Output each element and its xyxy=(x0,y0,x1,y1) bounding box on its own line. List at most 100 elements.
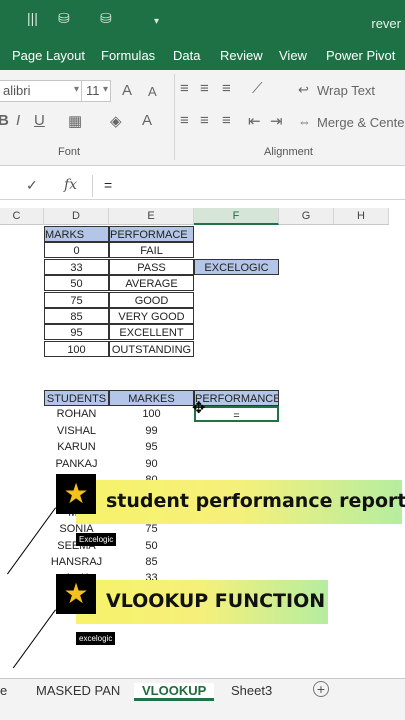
merge-center-icon[interactable]: ⇔ xyxy=(298,114,311,129)
align-center-icon[interactable]: ≡ xyxy=(200,112,209,129)
increase-indent-icon[interactable]: ⇥ xyxy=(270,112,283,130)
column-header-f[interactable]: F xyxy=(194,208,279,225)
table2-marks-cell[interactable]: 100 xyxy=(109,406,194,422)
table1-performance-cell[interactable]: OUTSTANDING xyxy=(109,340,194,357)
shrink-font-button[interactable]: A xyxy=(148,84,157,99)
sheet-tab-partial[interactable]: e xyxy=(0,683,7,698)
table2-student-cell[interactable]: VISHAL xyxy=(44,423,109,439)
ribbon: alibri ▾ 11 ▾ A A B I U ▦ ◈ A Font ≡ ≡ ≡… xyxy=(0,70,405,166)
enter-check-icon[interactable]: ✓ xyxy=(26,177,38,194)
tab-view[interactable]: View xyxy=(279,48,307,63)
table2-marks-cell[interactable]: 50 xyxy=(109,538,194,554)
table1-marks-cell[interactable]: 100 xyxy=(44,340,109,357)
insert-function-button[interactable]: fx xyxy=(64,177,77,193)
font-size-value: 11 xyxy=(86,83,100,98)
excelogic-tag: Excelogic xyxy=(76,533,117,546)
align-bottom-icon[interactable]: ≡ xyxy=(222,80,231,97)
group-label-font: Font xyxy=(58,146,81,158)
touch-mode-icon[interactable]: ⛁ xyxy=(100,10,112,27)
table2-header-performance[interactable]: PERFORMANCE xyxy=(194,390,279,406)
add-sheet-button[interactable]: + xyxy=(313,681,329,697)
table1-marks-cell[interactable]: 85 xyxy=(44,308,109,324)
table1-header-marks[interactable]: MARKS xyxy=(44,226,109,242)
banner-text: student performance report xyxy=(106,490,405,512)
excelogic-cell[interactable]: EXCELOGIC xyxy=(194,258,279,275)
table2-marks-cell[interactable]: 90 xyxy=(109,456,194,472)
borders-icon[interactable]: ▦ xyxy=(68,112,82,130)
decrease-indent-icon[interactable]: ⇤ xyxy=(248,112,261,130)
table1-marks-cell[interactable]: 75 xyxy=(44,291,109,308)
table2-student-cell[interactable]: KARUN xyxy=(44,439,109,455)
ribbon-tabs: Page Layout Formulas Data Review View Po… xyxy=(0,42,405,70)
table1-header-performance[interactable]: PERFORMACE xyxy=(109,226,194,242)
table2-header-students[interactable]: STUDENTS xyxy=(44,390,109,406)
tab-power-pivot[interactable]: Power Pivot xyxy=(326,48,395,63)
sheet-tab-sheet3[interactable]: Sheet3 xyxy=(231,683,272,698)
table1-performance-cell[interactable]: VERY GOOD xyxy=(109,308,194,324)
fill-color-icon[interactable]: ◈ xyxy=(110,112,122,130)
italic-button[interactable]: I xyxy=(16,112,20,129)
column-header-d[interactable]: D xyxy=(44,208,109,225)
table2-student-cell[interactable]: ROHAN xyxy=(44,406,109,422)
title-banner-student-performance: ★ student performance report xyxy=(56,474,405,524)
active-cell[interactable]: = xyxy=(194,406,279,423)
table1-marks-cell[interactable]: 95 xyxy=(44,324,109,341)
formula-bar: ✓ fx = xyxy=(0,172,405,200)
grow-font-button[interactable]: A xyxy=(122,82,132,99)
table1-marks-cell[interactable]: 33 xyxy=(44,258,109,275)
excelogic-tag: excelogic xyxy=(76,632,116,645)
column-header-c[interactable]: C xyxy=(0,208,44,225)
underline-button[interactable]: U xyxy=(34,112,45,129)
table1-performance-cell[interactable]: AVERAGE xyxy=(109,275,194,292)
customize-toolbar-icon[interactable]: ▾ xyxy=(154,16,159,27)
wrap-text-icon[interactable]: ↩ xyxy=(298,82,309,98)
align-top-icon[interactable]: ≡ xyxy=(180,80,189,97)
tab-review[interactable]: Review xyxy=(220,48,263,63)
ribbon-toggle-icon[interactable]: ||| xyxy=(27,10,38,26)
title-banner-vlookup: ★ VLOOKUP FUNCTION xyxy=(56,574,328,624)
orientation-icon[interactable]: ⟋ xyxy=(252,80,263,97)
align-right-icon[interactable]: ≡ xyxy=(222,112,231,129)
sheet-tab-masked-pan[interactable]: MASKED PAN xyxy=(36,683,120,698)
merge-center-button[interactable]: Merge & Cente xyxy=(317,115,404,130)
divider xyxy=(92,175,93,197)
table2-marks-cell[interactable]: 95 xyxy=(109,439,194,455)
column-header-g[interactable]: G xyxy=(279,208,334,225)
tab-formulas[interactable]: Formulas xyxy=(101,48,155,63)
align-left-icon[interactable]: ≡ xyxy=(180,112,189,129)
table1-performance-cell[interactable]: FAIL xyxy=(109,242,194,259)
font-color-button[interactable]: A xyxy=(142,112,152,129)
table2-marks-cell[interactable]: 85 xyxy=(109,554,194,570)
table2-marks-cell[interactable]: 99 xyxy=(109,423,194,439)
sheet-tab-vlookup[interactable]: VLOOKUP xyxy=(134,683,215,701)
mouse-cursor-icon: ✥ xyxy=(192,400,206,417)
table2-student-cell[interactable]: PANKAJ xyxy=(44,456,109,472)
tab-page-layout[interactable]: Page Layout xyxy=(12,48,85,63)
window-title: rever xyxy=(371,16,401,31)
sheet-tabs: e MASKED PAN VLOOKUP Sheet3 + xyxy=(0,678,405,720)
table1-marks-cell[interactable]: 50 xyxy=(44,275,109,292)
font-size-select[interactable]: 11 ▾ xyxy=(81,80,111,102)
wrap-text-button[interactable]: Wrap Text xyxy=(317,83,375,98)
table2-header-markes[interactable]: MARKES xyxy=(109,390,194,406)
column-header-e[interactable]: E xyxy=(109,208,194,225)
save-icon[interactable]: ⛁ xyxy=(58,10,70,27)
chevron-down-icon: ▾ xyxy=(102,84,108,95)
align-middle-icon[interactable]: ≡ xyxy=(200,80,209,97)
formula-input[interactable]: = xyxy=(104,177,112,193)
banner-text: VLOOKUP FUNCTION xyxy=(106,590,326,612)
font-name-select[interactable]: alibri ▾ xyxy=(0,80,82,102)
chevron-down-icon: ▾ xyxy=(73,84,79,95)
divider xyxy=(174,74,175,160)
table2-student-cell[interactable]: HANSRAJ xyxy=(44,554,109,570)
table1-performance-cell[interactable]: EXCELLENT xyxy=(109,324,194,341)
group-label-alignment: Alignment xyxy=(264,146,313,158)
table1-performance-cell[interactable]: GOOD xyxy=(109,291,194,308)
title-bar: ||| ⛁ ⛁ ▾ rever xyxy=(0,0,405,42)
tab-data[interactable]: Data xyxy=(173,48,200,63)
star-icon: ★ xyxy=(56,574,96,614)
bold-button[interactable]: B xyxy=(0,112,9,129)
table1-performance-cell[interactable]: PASS xyxy=(109,258,194,275)
column-header-h[interactable]: H xyxy=(334,208,389,225)
table1-marks-cell[interactable]: 0 xyxy=(44,242,109,259)
